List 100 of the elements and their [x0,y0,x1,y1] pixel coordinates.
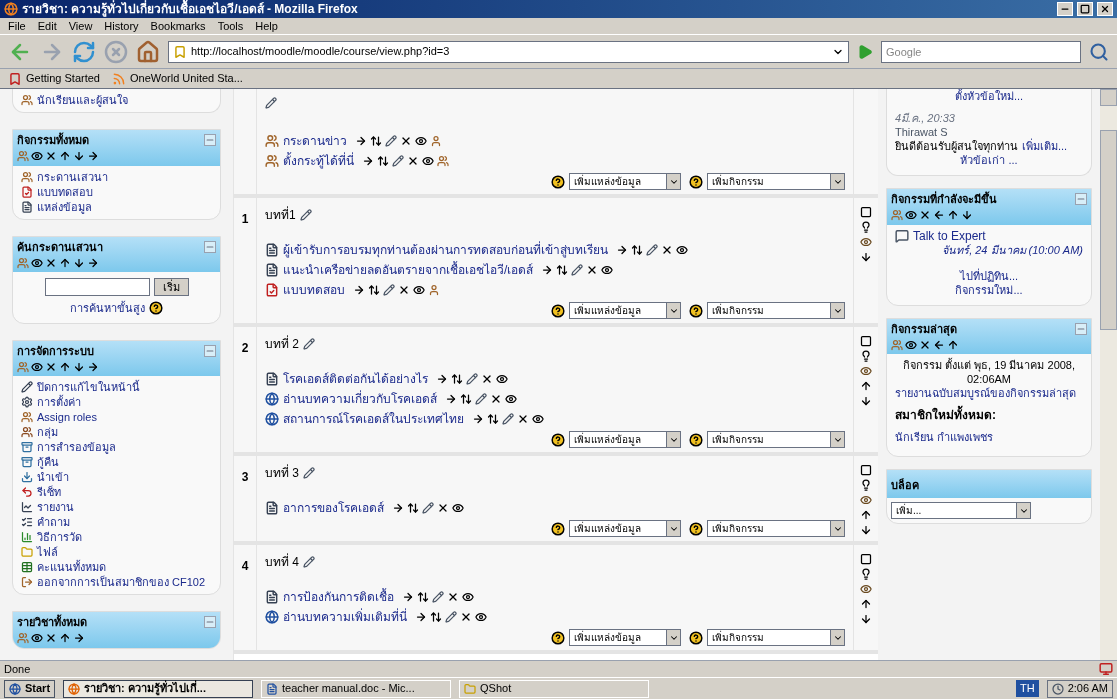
new-topic-link[interactable]: ตั้งหัวข้อใหม่... [954,89,1024,103]
arrow-right-icon[interactable] [402,591,414,603]
arrow-right-icon[interactable] [436,373,448,385]
person-icon[interactable] [428,284,440,296]
add-activity-select[interactable]: เพิ่มกิจกรรม [707,302,845,319]
delete-icon[interactable] [481,373,493,385]
delete-icon[interactable] [460,611,472,623]
arrow-down-icon[interactable] [73,256,85,269]
eye-icon[interactable] [860,583,872,595]
arrow-up-icon[interactable] [59,632,71,644]
block-link[interactable]: คะแนนทั้งหมด [37,560,106,575]
eye-icon[interactable] [532,413,544,425]
add-resource-select[interactable]: เพิ่มแหล่งข้อมูล [569,173,681,190]
eye-icon[interactable] [601,264,614,276]
event-link[interactable]: Talk to Expert [913,228,986,243]
search-field[interactable]: Google [881,40,1081,63]
block-link[interactable]: วิธีการวัด [37,530,82,545]
help-icon[interactable] [551,303,565,318]
arrow-right-icon[interactable] [353,284,365,296]
block-link[interactable]: กลุ่ม [37,425,58,440]
delete-icon[interactable] [400,135,412,147]
arrow-up-icon[interactable] [59,150,71,162]
arrow-left-icon[interactable] [933,209,945,221]
arrow-down-icon[interactable] [961,209,973,221]
move-icon[interactable] [460,393,472,405]
lightbulb-icon[interactable] [860,568,872,580]
add-resource-select[interactable]: เพิ่มแหล่งข้อมูล [569,302,681,319]
move-icon[interactable] [451,373,463,385]
delete-icon[interactable] [45,632,57,644]
arrow-right-icon[interactable] [73,632,85,644]
pencil-icon[interactable] [265,97,277,109]
eye-icon[interactable] [905,209,917,221]
arrow-down-icon[interactable] [860,524,872,536]
arrow-down-icon[interactable] [860,395,872,407]
arrow-up-icon[interactable] [860,598,872,610]
move-icon[interactable] [368,284,380,296]
arrow-right-icon[interactable] [362,155,374,167]
menu-item[interactable]: Help [255,17,278,35]
highlight-icon[interactable] [860,206,872,218]
arrow-down-icon[interactable] [73,360,85,373]
block-link[interactable]: นักเรียนและผู้สนใจ [37,93,128,108]
block-link[interactable]: คำถาม [37,515,70,530]
arrow-right-icon[interactable] [415,611,427,623]
pencil-icon[interactable] [445,611,457,623]
arrow-left-icon[interactable] [933,338,945,351]
arrow-down-icon[interactable] [860,251,872,263]
eye-icon[interactable] [860,236,872,248]
arrow-down-icon[interactable] [73,150,85,162]
move-icon[interactable] [370,135,382,147]
delete-icon[interactable] [919,209,931,221]
lightbulb-icon[interactable] [860,479,872,491]
search-button[interactable]: เริ่ม [153,278,189,296]
move-icon[interactable] [377,155,389,167]
pencil-icon[interactable] [432,591,444,603]
more-link[interactable]: เพิ่มเติม... [1022,139,1068,153]
taskbar-button[interactable]: รายวิชา: ความรู้ทั่วไปเกี่... [63,679,254,698]
taskbar-button[interactable]: teacher manual.doc - Mic... [261,679,452,698]
activity-link[interactable]: อาการของโรคเอดส์ [283,499,384,517]
calendar-link[interactable]: ไปที่ปฏิทิน... [959,268,1019,283]
move-icon[interactable] [430,611,442,623]
pencil-icon[interactable] [422,502,434,514]
move-icon[interactable] [487,413,499,425]
activity-link[interactable]: อ่านบทความเพิ่มเติมที่นี่ [283,608,407,626]
help-icon[interactable] [689,630,703,645]
full-report-link[interactable]: รายงานฉบับสมบูรณ์ของกิจกรรมล่าสุด [895,386,1083,400]
arrow-up-icon[interactable] [947,209,959,221]
activity-link[interactable]: แนะนำเครือข่ายลดอันตรายจากเชื้อเอชไอวี/เอดส์ [283,261,534,279]
advanced-search-link[interactable]: การค้นหาขั้นสูง [70,300,145,317]
add-resource-select[interactable]: เพิ่มแหล่งข้อมูล [569,520,681,537]
taskbar-button[interactable]: QShot [459,679,650,698]
pencil-icon[interactable] [383,284,395,296]
block-link[interactable]: กู้คืน [37,455,59,470]
block-link[interactable]: แหล่งข้อมูล [37,199,92,215]
menu-item[interactable]: File [8,17,26,35]
scrollbar[interactable] [1100,89,1117,660]
block-link[interactable]: ไฟล์ [37,545,58,560]
block-link[interactable]: Assign roles [37,410,97,425]
arrow-up-icon[interactable] [59,360,71,373]
add-activity-select[interactable]: เพิ่มกิจกรรม [707,520,845,537]
eye-icon[interactable] [413,284,425,296]
lightbulb-icon[interactable] [860,350,872,362]
block-link[interactable]: กระดานเสวนา [37,169,108,185]
search-field[interactable] [44,278,150,296]
maximize-button[interactable] [1077,2,1093,16]
help-icon[interactable] [689,432,703,447]
activity-link[interactable]: โรคเอดส์ติดต่อกันได้อย่างไร [283,370,428,388]
help-icon[interactable] [551,630,565,645]
minimize-button[interactable] [1057,2,1073,16]
move-icon[interactable] [407,502,419,514]
eye-icon[interactable] [496,373,508,385]
arrow-up-icon[interactable] [59,256,71,269]
arrow-right-icon[interactable] [616,244,628,256]
eye-icon[interactable] [860,494,872,506]
pencil-icon[interactable] [571,264,584,276]
add-block-select[interactable]: เพิ่ม... [891,502,1031,519]
delete-icon[interactable] [517,413,529,425]
delete-icon[interactable] [398,284,410,296]
menu-item[interactable]: Edit [37,17,57,35]
eye-icon[interactable] [505,393,517,405]
pencil-icon[interactable] [385,135,397,147]
